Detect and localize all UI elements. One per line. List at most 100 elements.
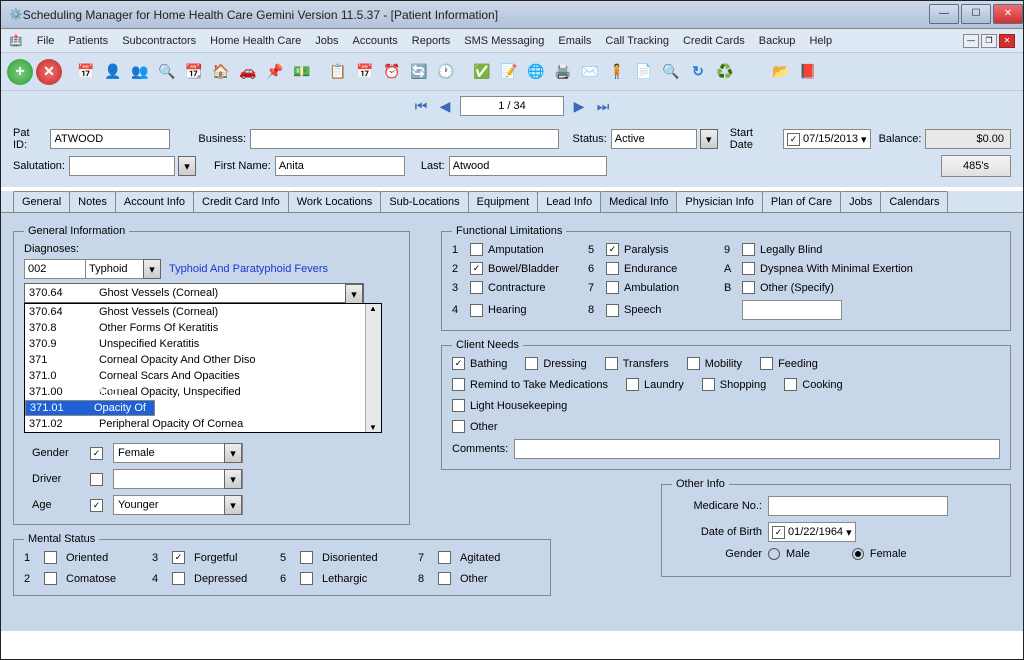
menu-reports[interactable]: Reports xyxy=(412,35,451,47)
tab-medical-info[interactable]: Medical Info xyxy=(600,191,677,212)
cn-checkbox[interactable] xyxy=(702,378,715,391)
doc-icon[interactable]: 📄 xyxy=(632,60,656,84)
list-item[interactable]: 371Corneal Opacity And Other Diso xyxy=(25,352,381,368)
fl-checkbox[interactable] xyxy=(470,243,483,256)
tab-credit-card-info[interactable]: Credit Card Info xyxy=(193,191,289,212)
clock-icon[interactable]: ⏰ xyxy=(380,60,404,84)
medicare-field[interactable] xyxy=(768,496,948,516)
next-record-button[interactable]: ▶ xyxy=(570,97,588,115)
dropdown-scrollbar[interactable] xyxy=(365,304,381,432)
firstname-field[interactable] xyxy=(275,156,405,176)
tab-sub-locations[interactable]: Sub-Locations xyxy=(380,191,468,212)
comments-field[interactable] xyxy=(514,439,1000,459)
cn-checkbox[interactable] xyxy=(687,357,700,370)
add-person-icon[interactable]: 👥 xyxy=(128,60,152,84)
user-icon[interactable]: 🧍 xyxy=(605,60,629,84)
menu-subcontractors[interactable]: Subcontractors xyxy=(122,35,196,47)
delete-button[interactable]: ✕ xyxy=(36,59,62,85)
first-record-button[interactable]: ⏮ xyxy=(412,97,430,115)
menu-creditcards[interactable]: Credit Cards xyxy=(683,35,745,47)
menu-homehealthcare[interactable]: Home Health Care xyxy=(210,35,301,47)
ms-checkbox[interactable] xyxy=(44,551,57,564)
tab-work-locations[interactable]: Work Locations xyxy=(288,191,382,212)
cn-checkbox[interactable]: ✓ xyxy=(452,357,465,370)
mail-icon[interactable]: ✉️ xyxy=(578,60,602,84)
list-item[interactable]: 371.0Corneal Scars And Opacities xyxy=(25,368,381,384)
note-icon[interactable]: 📝 xyxy=(497,60,521,84)
startdate-field[interactable]: ✓07/15/2013 ▾ xyxy=(783,129,871,149)
cn-checkbox[interactable] xyxy=(525,357,538,370)
menu-accounts[interactable]: Accounts xyxy=(353,35,398,47)
titlebar[interactable]: ⚙️ Scheduling Manager for Home Health Ca… xyxy=(1,1,1023,29)
maximize-button[interactable]: ☐ xyxy=(961,4,991,24)
patid-field[interactable] xyxy=(50,129,170,149)
cn-checkbox[interactable] xyxy=(452,399,465,412)
home-icon[interactable]: 🏠 xyxy=(209,60,233,84)
cn-checkbox[interactable] xyxy=(605,357,618,370)
fl-checkbox[interactable] xyxy=(606,262,619,275)
tab-general[interactable]: General xyxy=(13,191,70,212)
gender-checkbox[interactable]: ✓ xyxy=(90,447,103,460)
pin-icon[interactable]: 📌 xyxy=(263,60,287,84)
add-button[interactable]: + xyxy=(7,59,33,85)
diag-name-field[interactable] xyxy=(86,259,144,279)
globe-icon[interactable]: 🌐 xyxy=(524,60,548,84)
age-checkbox[interactable]: ✓ xyxy=(90,499,103,512)
car-icon[interactable]: 🚗 xyxy=(236,60,260,84)
tab-lead-info[interactable]: Lead Info xyxy=(537,191,601,212)
exit-icon[interactable]: 📕 xyxy=(796,60,820,84)
ms-checkbox[interactable] xyxy=(300,572,313,585)
tab-notes[interactable]: Notes xyxy=(69,191,116,212)
schedule-icon[interactable]: 📆 xyxy=(182,60,206,84)
cn-checkbox[interactable] xyxy=(626,378,639,391)
menu-sms[interactable]: SMS Messaging xyxy=(464,35,544,47)
status-field[interactable] xyxy=(611,129,697,149)
prev-record-button[interactable]: ◀ xyxy=(436,97,454,115)
driver-checkbox[interactable] xyxy=(90,473,103,486)
list-item[interactable]: 371.00Corneal Opacity, Unspecified xyxy=(25,384,381,400)
list-item[interactable]: 370.9Unspecified Keratitis xyxy=(25,336,381,352)
list-item[interactable]: 370.64Ghost Vessels (Corneal) xyxy=(25,304,381,320)
business-field[interactable] xyxy=(250,129,559,149)
time-icon[interactable]: 🕐 xyxy=(434,60,458,84)
search-calendar-icon[interactable]: 🔍 xyxy=(155,60,179,84)
tab-equipment[interactable]: Equipment xyxy=(468,191,539,212)
cn-checkbox[interactable] xyxy=(760,357,773,370)
close-button[interactable]: ✕ xyxy=(993,4,1023,24)
menu-help[interactable]: Help xyxy=(809,35,832,47)
ms-checkbox[interactable] xyxy=(300,551,313,564)
recycle-icon[interactable]: ♻️ xyxy=(713,60,737,84)
cn-checkbox[interactable] xyxy=(452,420,465,433)
mdi-close-button[interactable]: ✕ xyxy=(999,34,1015,48)
gender-male-radio[interactable] xyxy=(768,548,780,560)
last-field[interactable] xyxy=(449,156,607,176)
tab-plan-of-care[interactable]: Plan of Care xyxy=(762,191,841,212)
salutation-dropdown-button[interactable]: ▾ xyxy=(178,156,196,176)
ms-checkbox[interactable] xyxy=(172,572,185,585)
gender-select[interactable]: Female▾ xyxy=(113,443,243,463)
age-select[interactable]: Younger▾ xyxy=(113,495,243,515)
dob-field[interactable]: ✓01/22/1964 ▾ xyxy=(768,522,856,542)
diag-code-field[interactable] xyxy=(24,259,86,279)
list-item-selected[interactable]: 371.01Minor Opacity Of Cornea xyxy=(25,400,155,416)
mdi-restore-button[interactable]: ❐ xyxy=(981,34,997,48)
cn-checkbox[interactable] xyxy=(452,378,465,391)
fl-checkbox[interactable] xyxy=(606,281,619,294)
fl-checkbox[interactable] xyxy=(470,281,483,294)
fl-checkbox[interactable] xyxy=(742,262,755,275)
diag2-dropdown-button[interactable]: ▾ xyxy=(345,284,363,304)
salutation-field[interactable] xyxy=(69,156,175,176)
menu-file[interactable]: File xyxy=(37,35,55,47)
fl-checkbox[interactable]: ✓ xyxy=(606,243,619,256)
tab-calendars[interactable]: Calendars xyxy=(880,191,948,212)
menu-calltracking[interactable]: Call Tracking xyxy=(605,35,669,47)
fl-other-field[interactable] xyxy=(742,300,842,320)
calendar-icon[interactable]: 📅 xyxy=(74,60,98,84)
status-dropdown-button[interactable]: ▾ xyxy=(700,129,718,149)
fl-checkbox[interactable] xyxy=(606,304,619,317)
open-folder-icon[interactable]: 📂 xyxy=(769,60,793,84)
minimize-button[interactable]: — xyxy=(929,4,959,24)
fl-checkbox[interactable] xyxy=(742,243,755,256)
copy-icon[interactable]: 📋 xyxy=(326,60,350,84)
startdate-checkbox[interactable]: ✓ xyxy=(787,133,800,146)
